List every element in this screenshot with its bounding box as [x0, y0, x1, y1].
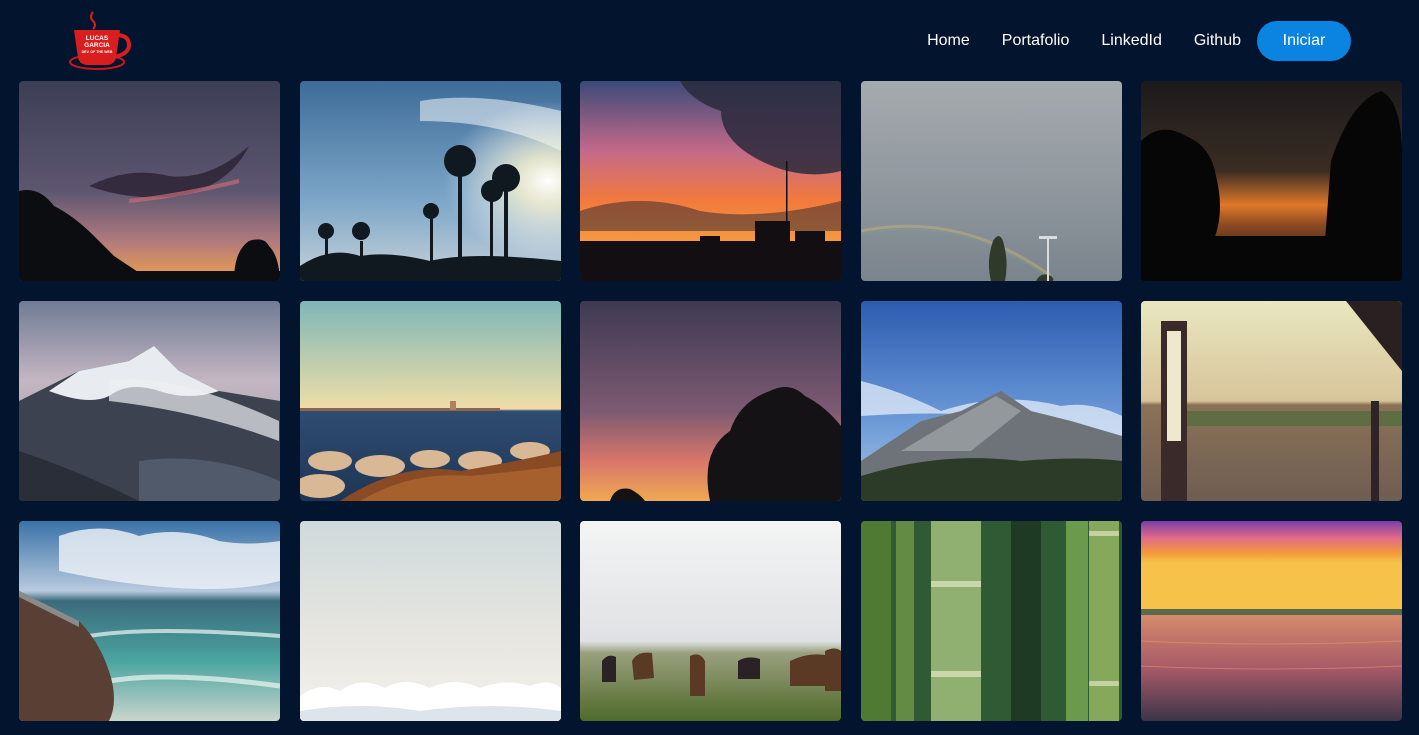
photo-image: [299, 521, 561, 721]
main-nav: Home Portafolio LinkedId Github Iniciar: [927, 21, 1351, 61]
photo-image: [580, 81, 841, 281]
gallery-photo-snowy-mountain[interactable]: [19, 301, 280, 501]
gallery-photo-bamboo[interactable]: [860, 521, 1122, 721]
logo-line3: DEV. OF THE WEB: [82, 50, 113, 54]
logo-line1: LUCAS: [86, 35, 109, 42]
photo-image: [1141, 301, 1402, 501]
logo-line2: GARCIA: [84, 42, 110, 49]
logo-coffee-cup-icon[interactable]: LUCAS GARCIA DEV. OF THE WEB: [66, 10, 132, 72]
gallery-photo-dark-sunset[interactable]: [1141, 81, 1402, 281]
gallery-photo-sunset-lake[interactable]: [1141, 521, 1402, 721]
gallery-photo-twilight-tree[interactable]: [580, 301, 841, 501]
nav-portafolio-link[interactable]: Portafolio: [1002, 32, 1070, 50]
photo-image: [299, 301, 561, 501]
gallery-photo-dusk-trees[interactable]: [19, 81, 280, 281]
gallery-photo-sea-rocks[interactable]: [299, 301, 561, 501]
iniciar-button[interactable]: Iniciar: [1257, 21, 1351, 61]
photo-gallery: [19, 81, 1402, 721]
photo-image: [580, 521, 841, 721]
gallery-photo-palm-trees[interactable]: [299, 81, 561, 281]
photo-image: [860, 81, 1122, 281]
photo-image: [860, 301, 1122, 501]
photo-image: [299, 81, 561, 281]
nav-home-link[interactable]: Home: [927, 32, 970, 50]
gallery-photo-horses[interactable]: [580, 521, 841, 721]
photo-image: [1141, 521, 1402, 721]
gallery-photo-rocky-mountain[interactable]: [860, 301, 1122, 501]
photo-image: [1141, 81, 1402, 281]
photo-image: [19, 521, 280, 721]
nav-linkedin-link[interactable]: LinkedId: [1101, 32, 1162, 50]
site-header: LUCAS GARCIA DEV. OF THE WEB Home Portaf…: [0, 0, 1419, 80]
photo-image: [19, 301, 280, 501]
gallery-photo-lamp-yard[interactable]: [1141, 301, 1402, 501]
photo-image: [580, 301, 841, 501]
gallery-photo-above-clouds[interactable]: [299, 521, 561, 721]
gallery-photo-rainbow[interactable]: [860, 81, 1122, 281]
photo-image: [19, 81, 280, 281]
gallery-photo-breakwater[interactable]: [19, 521, 280, 721]
photo-image: [860, 521, 1122, 721]
nav-github-link[interactable]: Github: [1194, 32, 1241, 50]
gallery-photo-sunset-city[interactable]: [580, 81, 841, 281]
